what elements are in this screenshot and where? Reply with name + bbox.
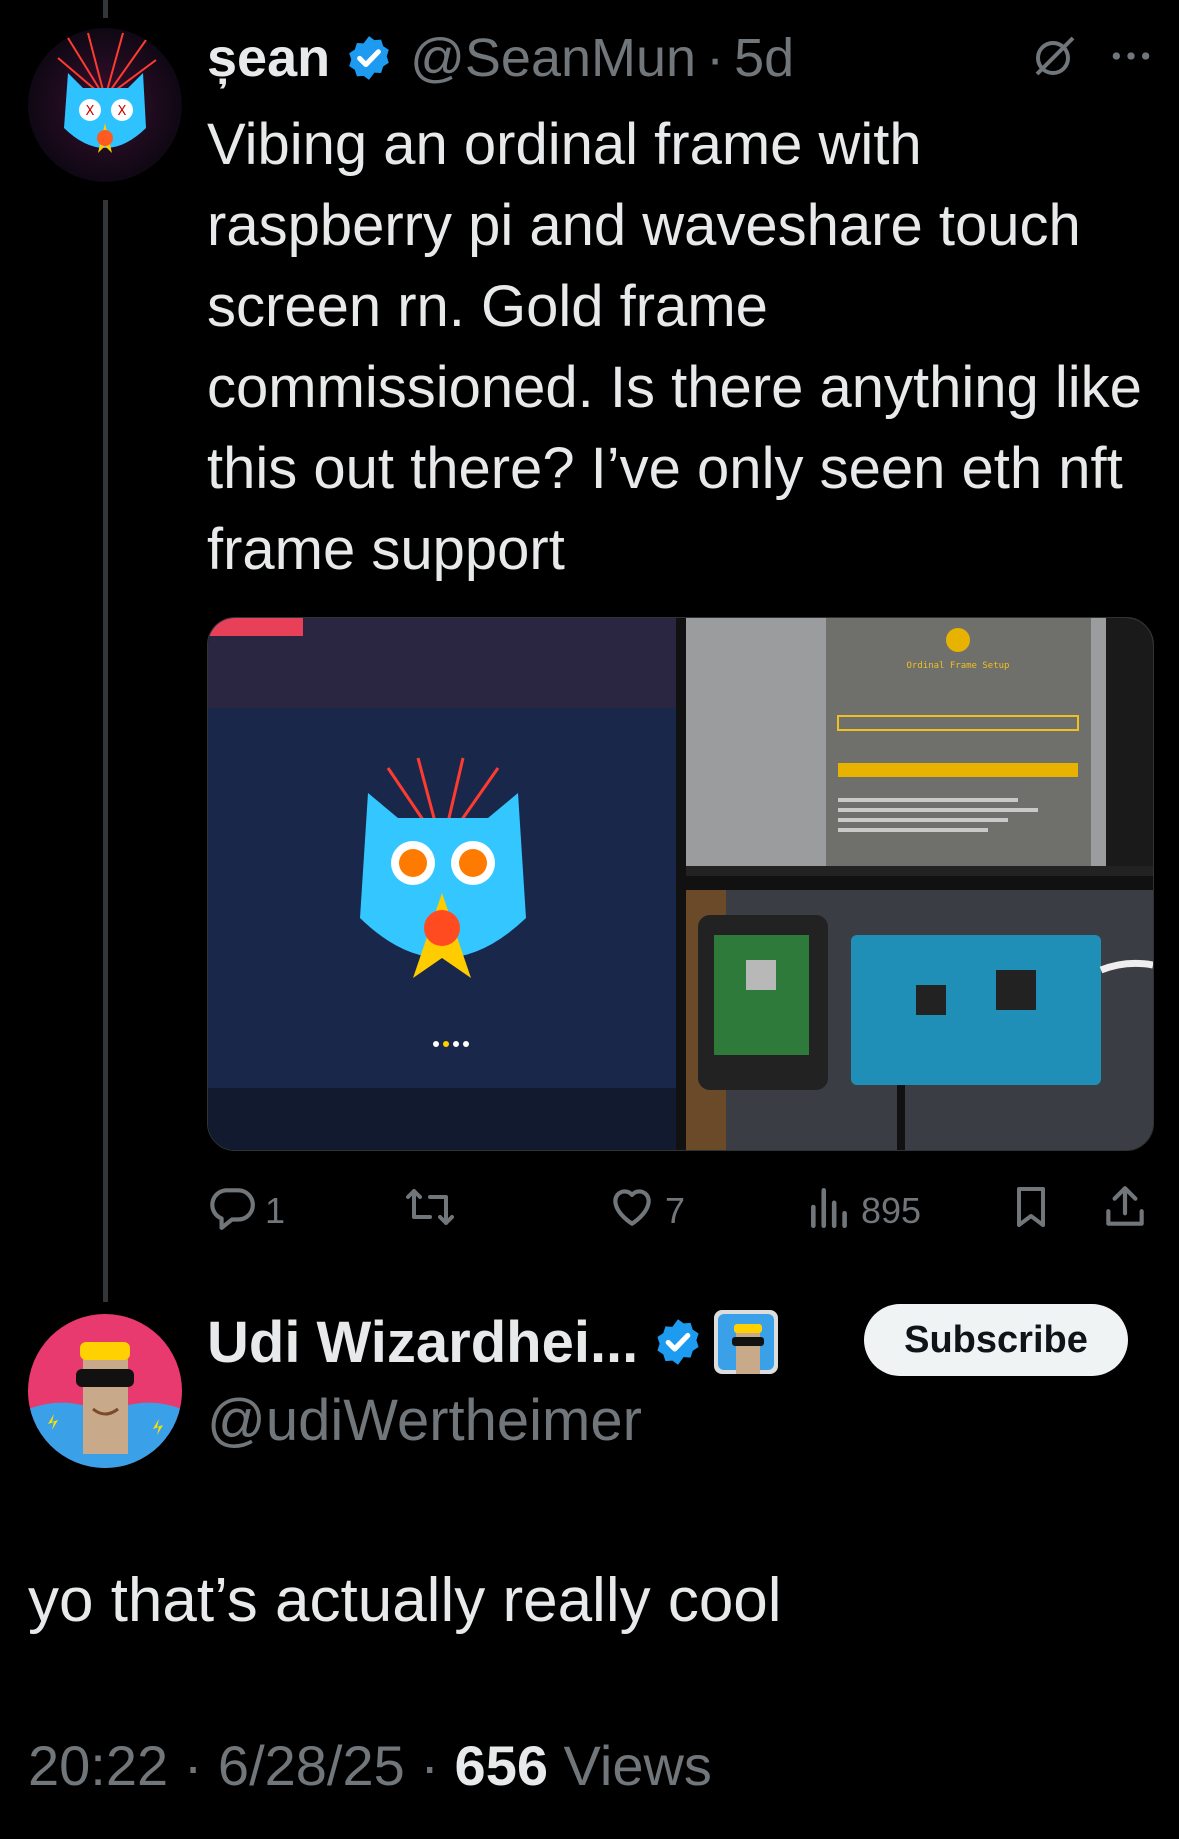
- like-count: 7: [665, 1190, 686, 1231]
- reply-author-name[interactable]: Udi Wizardhei...: [207, 1309, 638, 1376]
- bookmark-icon: [1007, 1182, 1055, 1241]
- tweet-media-grid[interactable]: Ordinal Frame Setup: [207, 617, 1154, 1151]
- grok-slash-icon[interactable]: [1031, 32, 1079, 85]
- reply-author-handle[interactable]: @udiWertheimer: [207, 1387, 642, 1454]
- reply-button[interactable]: 1: [207, 1183, 285, 1239]
- subscribe-button[interactable]: Subscribe: [864, 1304, 1128, 1376]
- tweet-header-actions: [1031, 26, 1153, 90]
- reply-date[interactable]: 6/28/25: [218, 1734, 405, 1797]
- reply-icon: [207, 1182, 257, 1241]
- share-button[interactable]: [1100, 1183, 1150, 1239]
- media-photo-cat-display[interactable]: [208, 618, 676, 1150]
- tweet-header: șean @SeanMun · 5d: [207, 26, 794, 90]
- svg-text:X: X: [86, 104, 95, 119]
- timestamp[interactable]: 5d: [734, 27, 794, 89]
- share-icon: [1100, 1182, 1150, 1241]
- reply-text: yo that’s actually really cool: [28, 1566, 782, 1635]
- reply-count: 1: [265, 1190, 286, 1231]
- reply-time[interactable]: 20:22: [28, 1734, 168, 1797]
- views-icon: [807, 1182, 853, 1241]
- author-handle[interactable]: @SeanMun: [410, 27, 696, 89]
- tweet-text: Vibing an ordinal frame with raspberry p…: [207, 112, 1142, 582]
- more-icon[interactable]: [1109, 34, 1153, 83]
- tweet-action-bar: 1 7 895: [207, 1183, 1152, 1239]
- media-screen-title: Ordinal Frame Setup: [907, 661, 1010, 671]
- udi-avatar[interactable]: [28, 1314, 182, 1468]
- like-icon: [607, 1182, 657, 1241]
- retweet-button[interactable]: [402, 1183, 458, 1239]
- meta-separator: ·: [183, 1734, 203, 1797]
- reply-author-row: Udi Wizardhei...: [207, 1307, 779, 1377]
- reply-views-count: 656: [454, 1734, 548, 1797]
- author-name[interactable]: șean: [207, 27, 330, 89]
- affiliate-badge-icon[interactable]: [714, 1310, 779, 1374]
- retweet-icon: [402, 1182, 458, 1241]
- thread-line-top: [103, 0, 108, 18]
- reply-views-label: Views: [563, 1734, 712, 1797]
- view-count: 895: [861, 1190, 922, 1231]
- media-photo-setup-screen[interactable]: Ordinal Frame Setup: [686, 618, 1153, 876]
- thread-line: [103, 200, 108, 1302]
- verified-badge-icon: [344, 33, 394, 83]
- sean-avatar[interactable]: X X: [28, 28, 182, 182]
- views-button[interactable]: 895: [807, 1183, 921, 1239]
- svg-text:X: X: [118, 104, 127, 119]
- meta-separator: ·: [420, 1734, 439, 1797]
- reply-meta: 20:22 · 6/28/25 · 656 Views: [28, 1733, 712, 1798]
- header-separator: ·: [706, 28, 725, 88]
- bookmark-button[interactable]: [1007, 1183, 1055, 1239]
- like-button[interactable]: 7: [607, 1183, 685, 1239]
- verified-badge-icon: [652, 1316, 704, 1368]
- media-photo-hardware[interactable]: [686, 890, 1153, 1150]
